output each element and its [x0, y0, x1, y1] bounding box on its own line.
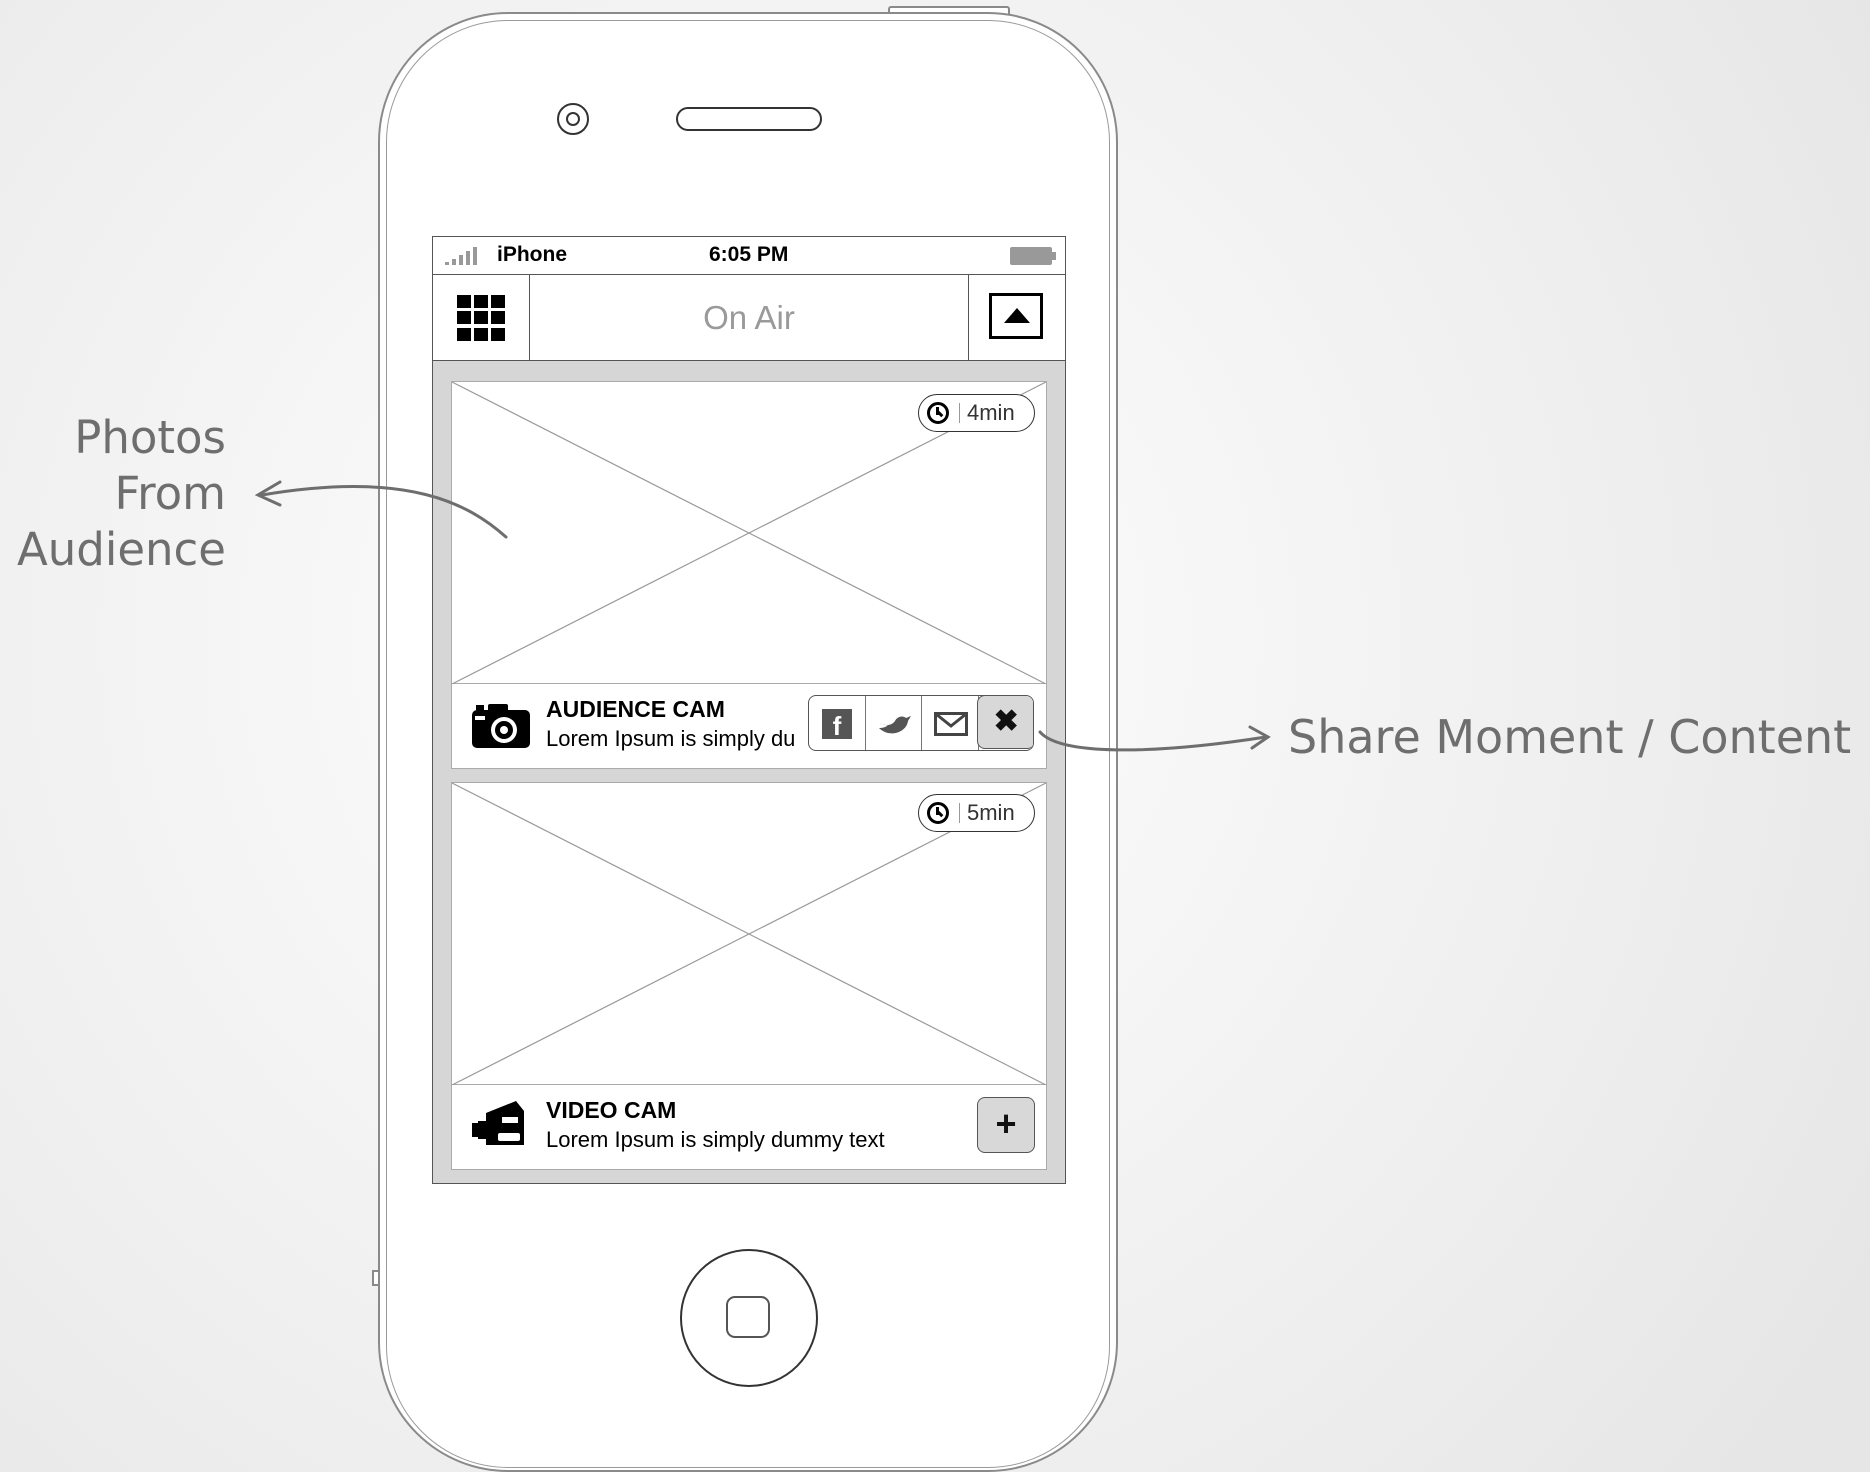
annotation-arrows: [254, 480, 1271, 752]
arrow-to-share: [1038, 730, 1268, 752]
arrow-to-photos: [260, 484, 508, 539]
